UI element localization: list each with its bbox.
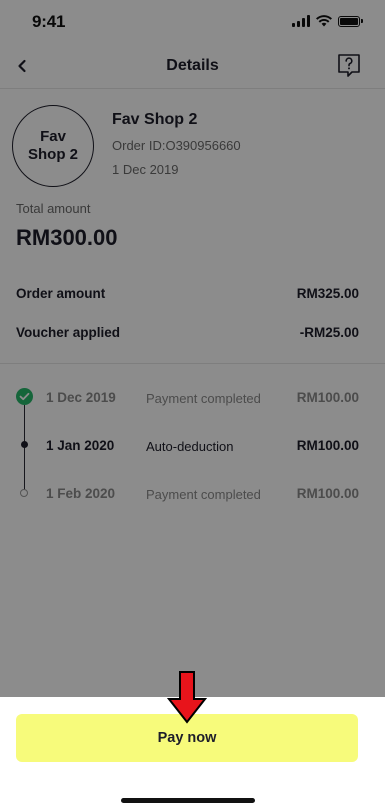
home-indicator — [121, 798, 255, 803]
modal-backdrop[interactable] — [0, 0, 385, 697]
payment-details-screen: 9:41 Details Fav Shop 2 Fav Shop 2 Order… — [0, 0, 385, 812]
bottom-sheet: Pay now — [0, 697, 385, 812]
pay-now-button[interactable]: Pay now — [16, 714, 358, 762]
